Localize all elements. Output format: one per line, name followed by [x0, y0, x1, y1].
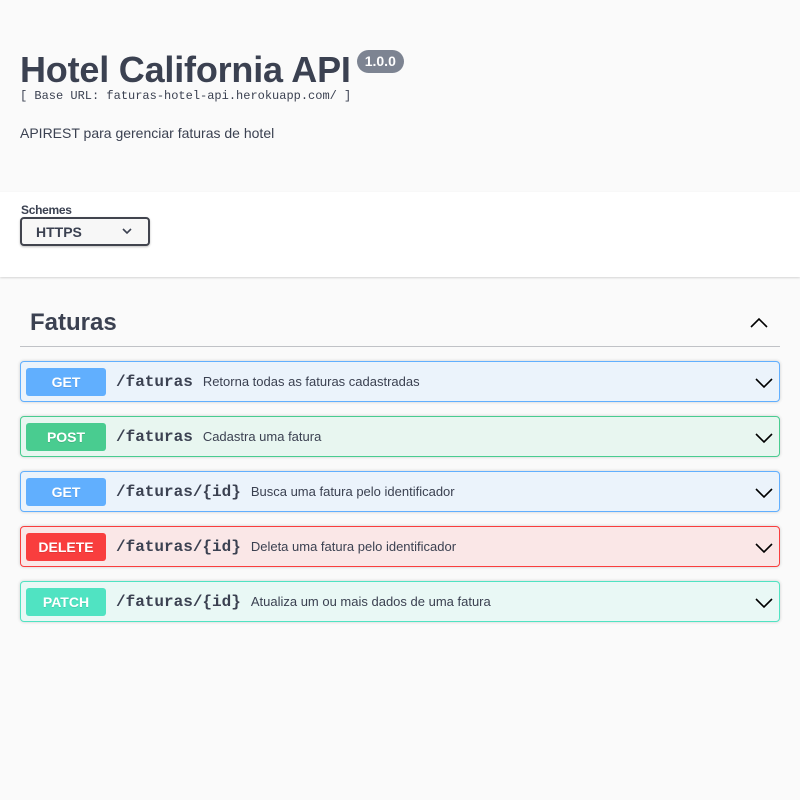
operation-path: /faturas: [116, 427, 193, 446]
operation-summary: Busca uma fatura pelo identificador: [250, 484, 455, 499]
method-badge: POST: [26, 422, 106, 451]
version-badge: 1.0.0: [356, 50, 404, 73]
operation-path: /faturas/{id}: [116, 592, 241, 611]
operation-get-fatura-by-id[interactable]: GET /faturas/{id} Busca uma fatura pelo …: [20, 471, 780, 512]
chevron-down-icon[interactable]: [755, 484, 773, 502]
operation-get-faturas[interactable]: GET /faturas Retorna todas as faturas ca…: [20, 361, 780, 402]
operation-summary: Deleta uma fatura pelo identificador: [250, 539, 457, 554]
schemes-label: Schemes: [21, 203, 72, 217]
operation-path: /faturas/{id}: [116, 537, 241, 556]
chevron-down-icon[interactable]: [755, 429, 773, 447]
schemes-selected-value: HTTPS: [36, 223, 82, 240]
operation-post-faturas[interactable]: POST /faturas Cadastra uma fatura: [20, 416, 780, 457]
operation-patch-fatura[interactable]: PATCH /faturas/{id} Atualiza um ou mais …: [20, 581, 780, 622]
operation-path: /faturas/{id}: [116, 482, 241, 501]
api-description: APIREST para gerenciar faturas de hotel: [20, 125, 275, 141]
operation-summary: Retorna todas as faturas cadastradas: [202, 374, 420, 389]
method-badge: DELETE: [26, 532, 106, 561]
api-info: Hotel California API 1.0.0 [ Base URL: f…: [20, 48, 780, 142]
schemes-select[interactable]: HTTPS: [20, 217, 150, 246]
api-title: Hotel California API: [20, 49, 351, 90]
base-url: [ Base URL: faturas-hotel-api.herokuapp.…: [20, 89, 352, 103]
operation-path: /faturas: [116, 372, 193, 391]
chevron-up-icon: [750, 317, 768, 328]
collapse-toggle[interactable]: [748, 312, 770, 334]
method-badge: GET: [26, 367, 106, 396]
faturas-section: Faturas GET /faturas Retorna todas as fa…: [20, 300, 780, 622]
chevron-down-icon[interactable]: [755, 374, 773, 392]
chevron-down-icon[interactable]: [755, 594, 773, 612]
section-header[interactable]: Faturas: [20, 300, 780, 347]
operation-summary: Atualiza um ou mais dados de uma fatura: [250, 594, 491, 609]
operation-delete-fatura[interactable]: DELETE /faturas/{id} Deleta uma fatura p…: [20, 526, 780, 567]
method-badge: GET: [26, 477, 106, 506]
schemes-bar: Schemes HTTPS: [0, 192, 800, 277]
method-badge: PATCH: [26, 587, 106, 616]
section-title: Faturas: [30, 309, 117, 336]
chevron-down-icon: [122, 228, 132, 235]
title-row: Hotel California API 1.0.0: [20, 48, 780, 92]
operation-summary: Cadastra uma fatura: [202, 429, 322, 444]
chevron-down-icon[interactable]: [755, 539, 773, 557]
